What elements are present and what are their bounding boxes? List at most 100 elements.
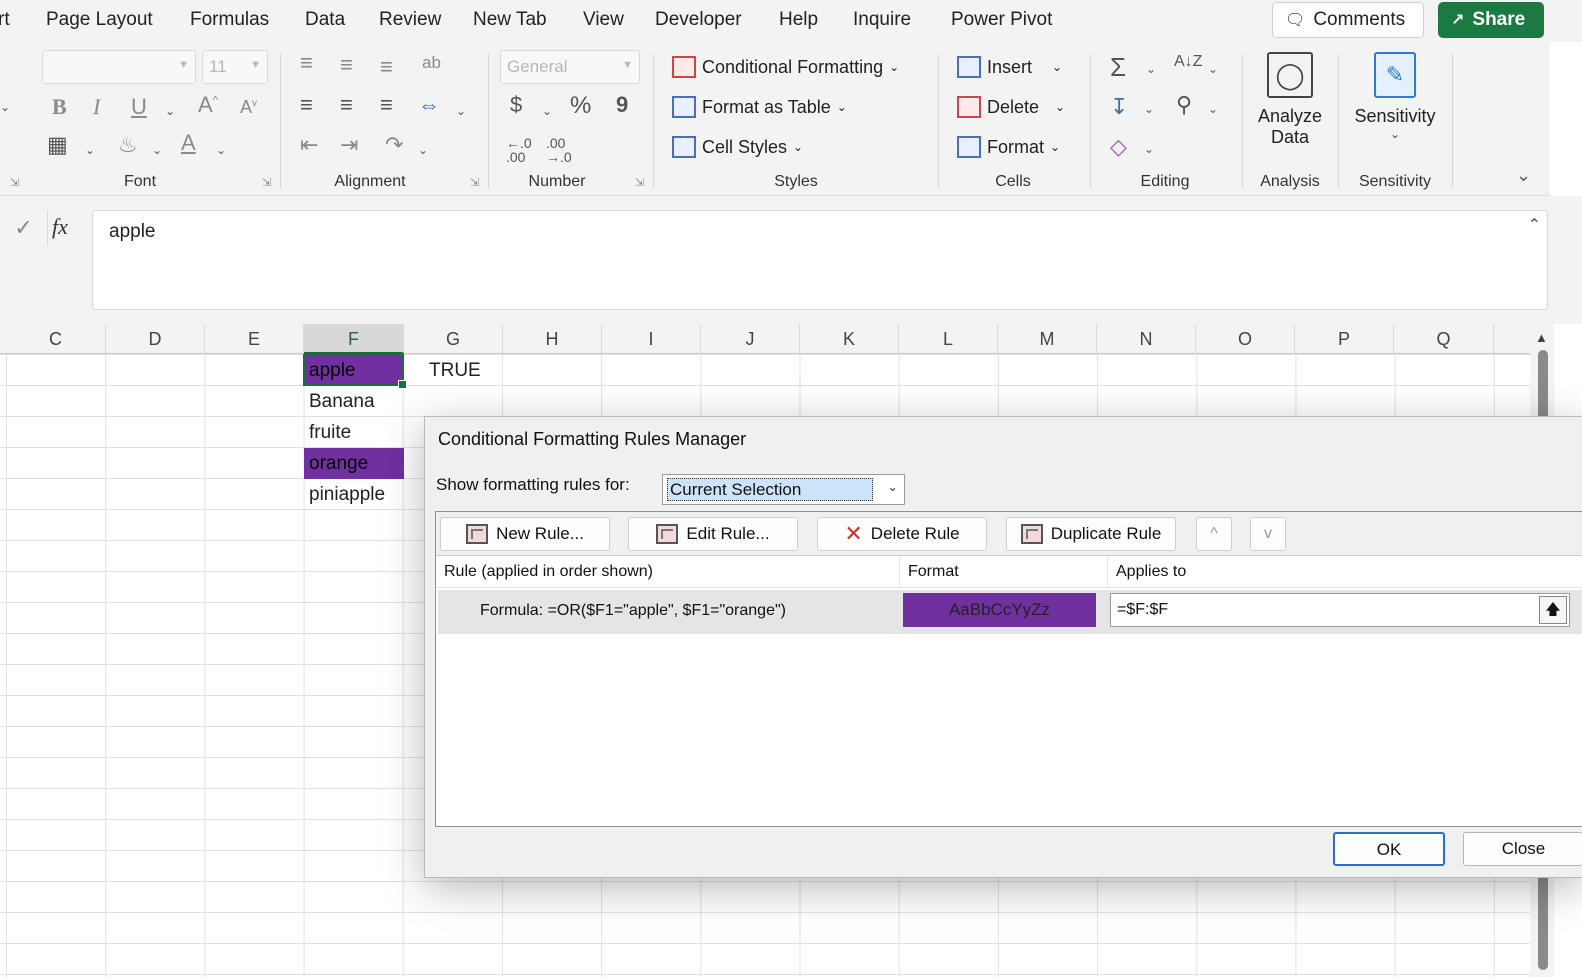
formula-input[interactable]: apple ⌃ (92, 210, 1548, 310)
tab-formulas[interactable]: Formulas (190, 9, 269, 31)
cell-f2[interactable]: Banana (304, 386, 404, 417)
autosum-icon[interactable]: Σ (1110, 54, 1126, 80)
insert-cells-button[interactable]: Insert ⌄ (957, 56, 1062, 78)
collapse-ribbon-icon[interactable]: ⌄ (1516, 166, 1531, 184)
column-header-l[interactable]: L (899, 324, 998, 354)
column-header-m[interactable]: M (998, 324, 1097, 354)
merge-center-icon[interactable]: ⇔ (418, 94, 440, 116)
font-name-dropdown[interactable]: ▼ (42, 50, 196, 84)
tab-help[interactable]: Help (779, 9, 818, 31)
dialog-launcher-icon[interactable]: ⇲ (470, 176, 479, 189)
font-color-icon[interactable]: A (181, 132, 196, 154)
column-header-e[interactable]: E (205, 324, 304, 354)
bold-button[interactable]: B (52, 96, 67, 118)
dialog-launcher-icon[interactable]: ⇲ (262, 176, 271, 189)
move-down-button[interactable]: v (1250, 517, 1286, 551)
tab-new-tab[interactable]: New Tab (473, 9, 547, 31)
column-header-j[interactable]: J (701, 324, 800, 354)
currency-button[interactable]: $ (510, 94, 522, 116)
fill-icon[interactable]: ↧ (1110, 96, 1128, 118)
analyze-data-button[interactable]: ◯ Analyze Data (1256, 52, 1324, 162)
edit-rule-button[interactable]: Edit Rule... (628, 517, 798, 551)
align-right-icon[interactable]: ≡ (380, 94, 393, 116)
chevron-down-icon[interactable]: ⌄ (1146, 62, 1156, 76)
dialog-launcher-icon[interactable]: ⇲ (10, 176, 19, 189)
cell-f3[interactable]: fruite (304, 417, 404, 448)
confirm-icon[interactable]: ✓ (0, 210, 48, 246)
column-header-g[interactable]: G (404, 324, 503, 354)
decrease-font-icon[interactable]: Av (240, 98, 257, 116)
tab-insert[interactable]: rt (0, 9, 10, 31)
chevron-down-icon[interactable]: ⌄ (1144, 102, 1154, 116)
wrap-text-icon[interactable]: ↷ (385, 134, 403, 156)
chevron-down-icon[interactable]: ⌄ (1144, 142, 1154, 156)
column-header-c[interactable]: C (6, 324, 106, 354)
increase-font-icon[interactable]: A^ (198, 94, 218, 116)
chevron-down-icon[interactable]: ⌄ (152, 143, 162, 157)
column-header-p[interactable]: P (1295, 324, 1394, 354)
comments-button[interactable]: 🗨 Comments (1272, 2, 1424, 38)
align-middle-icon[interactable]: ≡ (340, 54, 353, 76)
cell-styles-button[interactable]: Cell Styles ⌄ (672, 136, 803, 158)
delete-cells-button[interactable]: Delete ⌄ (957, 96, 1065, 118)
collapse-dialog-icon[interactable]: 🡅 (1539, 596, 1567, 624)
number-format-dropdown[interactable]: General ▼ (500, 50, 640, 84)
cell-f5[interactable]: piniapple (304, 479, 404, 510)
column-header-o[interactable]: O (1196, 324, 1295, 354)
column-header-h[interactable]: H (503, 324, 602, 354)
chevron-down-icon[interactable]: ⌄ (1208, 102, 1218, 116)
cell-g1[interactable]: TRUE (424, 355, 504, 386)
cell-f4[interactable]: orange (304, 448, 404, 479)
decrease-indent-icon[interactable]: ⇤ (300, 134, 318, 156)
collapse-formula-bar-icon[interactable]: ⌃ (1528, 215, 1541, 235)
insert-function-icon[interactable]: fx (52, 214, 68, 240)
percent-button[interactable]: % (570, 94, 591, 118)
chevron-down-icon[interactable]: ⌄ (456, 104, 466, 118)
tab-developer[interactable]: Developer (655, 9, 742, 31)
column-header-k[interactable]: K (800, 324, 899, 354)
align-center-icon[interactable]: ≡ (340, 94, 353, 116)
tab-view[interactable]: View (583, 9, 624, 31)
italic-button[interactable]: I (93, 96, 100, 118)
column-header-i[interactable]: I (602, 324, 701, 354)
show-rules-dropdown[interactable]: Current Selection ⌄ (662, 474, 905, 505)
align-left-icon[interactable]: ≡ (300, 94, 313, 116)
comma-button[interactable]: 9 (616, 94, 628, 116)
delete-rule-button[interactable]: ✕ Delete Rule (817, 517, 987, 551)
font-size-dropdown[interactable]: 11 ▼ (202, 50, 268, 84)
tab-power-pivot[interactable]: Power Pivot (951, 9, 1052, 31)
conditional-formatting-button[interactable]: Conditional Formatting ⌄ (672, 56, 899, 78)
column-header-f[interactable]: F (304, 324, 404, 354)
chevron-down-icon[interactable]: ⌄ (418, 143, 428, 157)
share-button[interactable]: ↗ Share (1438, 2, 1544, 38)
close-button[interactable]: Close (1463, 832, 1582, 866)
scroll-up-icon[interactable]: ▲ (1535, 330, 1548, 345)
increase-decimal-icon[interactable]: ←.0.00 (506, 136, 532, 164)
tab-review[interactable]: Review (379, 9, 441, 31)
format-as-table-button[interactable]: Format as Table ⌄ (672, 96, 847, 118)
chevron-down-icon[interactable]: ⌄ (216, 143, 226, 157)
align-top-icon[interactable]: ≡ (300, 52, 313, 74)
decrease-decimal-icon[interactable]: .00 →.0 (546, 136, 572, 164)
sort-filter-icon[interactable]: A↓Z (1174, 54, 1202, 70)
clear-icon[interactable]: ◇ (1110, 136, 1127, 158)
chevron-down-icon[interactable]: ⌄ (165, 104, 175, 118)
chevron-down-icon[interactable]: ⌄ (542, 104, 552, 118)
fill-color-icon[interactable]: ♨ (118, 134, 138, 156)
applies-to-input[interactable]: =$F:$F 🡅 (1110, 593, 1570, 627)
find-select-icon[interactable]: ⚲ (1176, 94, 1192, 116)
move-up-button[interactable]: ^ (1196, 517, 1232, 551)
tab-inquire[interactable]: Inquire (853, 9, 911, 31)
dialog-launcher-icon[interactable]: ⇲ (635, 176, 644, 189)
new-rule-button[interactable]: New Rule... (440, 517, 610, 551)
orientation-icon[interactable]: ab (422, 54, 441, 71)
sensitivity-button[interactable]: ✎ Sensitivity ⌄ (1350, 52, 1440, 162)
ok-button[interactable]: OK (1333, 832, 1445, 866)
rule-row[interactable]: Formula: =OR($F1="apple", $F1="orange") … (438, 590, 1582, 634)
align-bottom-icon[interactable]: ≡ (380, 56, 393, 78)
chevron-down-icon[interactable]: ⌄ (1208, 62, 1218, 76)
chevron-down-icon[interactable]: ⌄ (0, 100, 10, 114)
duplicate-rule-button[interactable]: Duplicate Rule (1006, 517, 1176, 551)
format-cells-button[interactable]: Format ⌄ (957, 136, 1060, 158)
underline-button[interactable]: U (131, 96, 147, 118)
